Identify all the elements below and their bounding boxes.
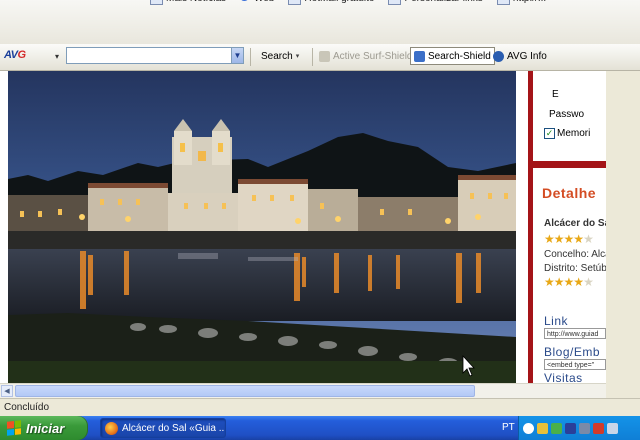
sidebar-panel: E Passwo ✓ Memori Detalhe Alcácer do Sa … (533, 71, 606, 383)
links-bar: Mais Notícias GWeb HotMail gratuito Persona… (0, 0, 640, 45)
search-dropdown-button[interactable]: ▼ (231, 47, 244, 64)
firefox-icon (105, 421, 118, 435)
windows-logo-icon (7, 420, 21, 436)
bookmark-link[interactable]: http://... (496, 0, 546, 5)
monitor-icon[interactable] (579, 422, 590, 434)
taskbar-window-title: Alcácer do Sal «Guia ... (122, 422, 226, 434)
bookmark-label: http://... (513, 0, 546, 4)
bookmark-label: Personalizar links (404, 0, 482, 4)
remember-label: Memori (557, 128, 591, 139)
search-button[interactable]: Search ▾ (258, 47, 302, 65)
bookmark-link[interactable]: HotMail gratuito (288, 0, 374, 5)
remember-checkbox[interactable]: ✓ (544, 128, 555, 139)
star-filled-icon[interactable]: ★ (554, 232, 565, 246)
avg-toolbar: AVG ▾ ▼ Search ▾ Active Surf-Shield Searc… (0, 44, 640, 71)
bookmark-link[interactable]: GWeb (240, 0, 274, 5)
active-surf-shield-button[interactable]: Active Surf-Shield (316, 47, 415, 65)
search-shield-button[interactable]: Search-Shield (410, 47, 495, 65)
bookmark-label: Web (254, 0, 274, 4)
star-empty-icon[interactable]: ★ (583, 232, 594, 246)
language-indicator[interactable]: PT (502, 422, 515, 433)
app-tray-icon[interactable] (593, 422, 604, 434)
avg-logo[interactable]: AVG (4, 49, 26, 61)
search-input[interactable] (66, 47, 242, 64)
embed-field[interactable]: <embed type=" (544, 359, 606, 370)
distrito-text: Distrito: Setúb (544, 263, 606, 274)
star-filled-icon[interactable]: ★ (564, 275, 575, 289)
network-icon[interactable] (551, 422, 562, 434)
horizontal-scrollbar[interactable]: ◀ (0, 383, 606, 398)
place-name[interactable]: Alcácer do Sa (544, 218, 606, 229)
avg-info-icon (493, 50, 504, 62)
avg-menu-dropdown[interactable]: ▾ (55, 52, 59, 61)
avg-info-button[interactable]: AVG Info (490, 47, 550, 65)
concelho-text: Concelho: Alca (544, 249, 606, 260)
bookmark-link[interactable]: Mais Notícias (150, 0, 226, 5)
start-button[interactable]: Iniciar (0, 416, 88, 440)
visits-heading: Visitas (544, 371, 583, 383)
google-icon: G (240, 0, 251, 4)
section-divider (533, 161, 606, 168)
status-bar: Concluído (0, 398, 640, 417)
page-icon (150, 0, 163, 5)
avg-tray-icon[interactable] (565, 422, 576, 434)
toolbar-separator (312, 48, 313, 66)
login-label: E (552, 89, 559, 100)
link-heading: Link (544, 314, 569, 328)
scroll-left-button[interactable]: ◀ (1, 385, 13, 397)
star-empty-icon[interactable]: ★ (583, 275, 594, 289)
scrollbar-thumb[interactable] (15, 385, 475, 397)
star-filled-icon[interactable]: ★ (554, 275, 565, 289)
rating-stars-secondary[interactable]: ★★★★★ (544, 275, 594, 289)
bookmark-label: HotMail gratuito (304, 0, 374, 4)
taskbar-window-firefox[interactable]: Alcácer do Sal «Guia ... (100, 418, 226, 438)
security-shield-icon[interactable] (537, 422, 548, 434)
embed-heading: Blog/Emb (544, 345, 601, 359)
link-field[interactable]: http://www.guiad (544, 328, 606, 339)
bookmark-label: Mais Notícias (166, 0, 226, 4)
surf-shield-icon (319, 50, 330, 62)
star-filled-icon[interactable]: ★ (564, 232, 575, 246)
remember-checkbox-row[interactable]: ✓ Memori (544, 128, 590, 139)
taskbar: Iniciar Alcácer do Sal «Guia ... PT (0, 416, 640, 440)
search-shield-icon (414, 50, 425, 62)
star-filled-icon[interactable]: ★ (573, 232, 584, 246)
star-filled-icon[interactable]: ★ (544, 275, 555, 289)
volume-icon[interactable] (607, 422, 618, 434)
system-tray: PT (502, 416, 640, 440)
back-arrow-icon[interactable] (523, 422, 534, 434)
toolbar-separator (250, 48, 251, 66)
right-sidebar: E Passwo ✓ Memori Detalhe Alcácer do Sa … (528, 71, 606, 383)
page-icon (288, 0, 302, 5)
rating-stars[interactable]: ★★★★★ (544, 232, 594, 246)
status-text: Concluído (4, 402, 50, 413)
browser-content: E Passwo ✓ Memori Detalhe Alcácer do Sa … (0, 71, 606, 383)
password-label: Passwo (549, 109, 585, 120)
details-title: Detalhe (542, 185, 597, 201)
page-icon (388, 0, 402, 5)
page-icon (496, 0, 510, 5)
star-filled-icon[interactable]: ★ (544, 232, 555, 246)
place-photo[interactable] (8, 71, 516, 383)
star-filled-icon[interactable]: ★ (573, 275, 584, 289)
bookmark-link[interactable]: Personalizar links (388, 0, 483, 5)
start-label: Iniciar (26, 420, 65, 436)
